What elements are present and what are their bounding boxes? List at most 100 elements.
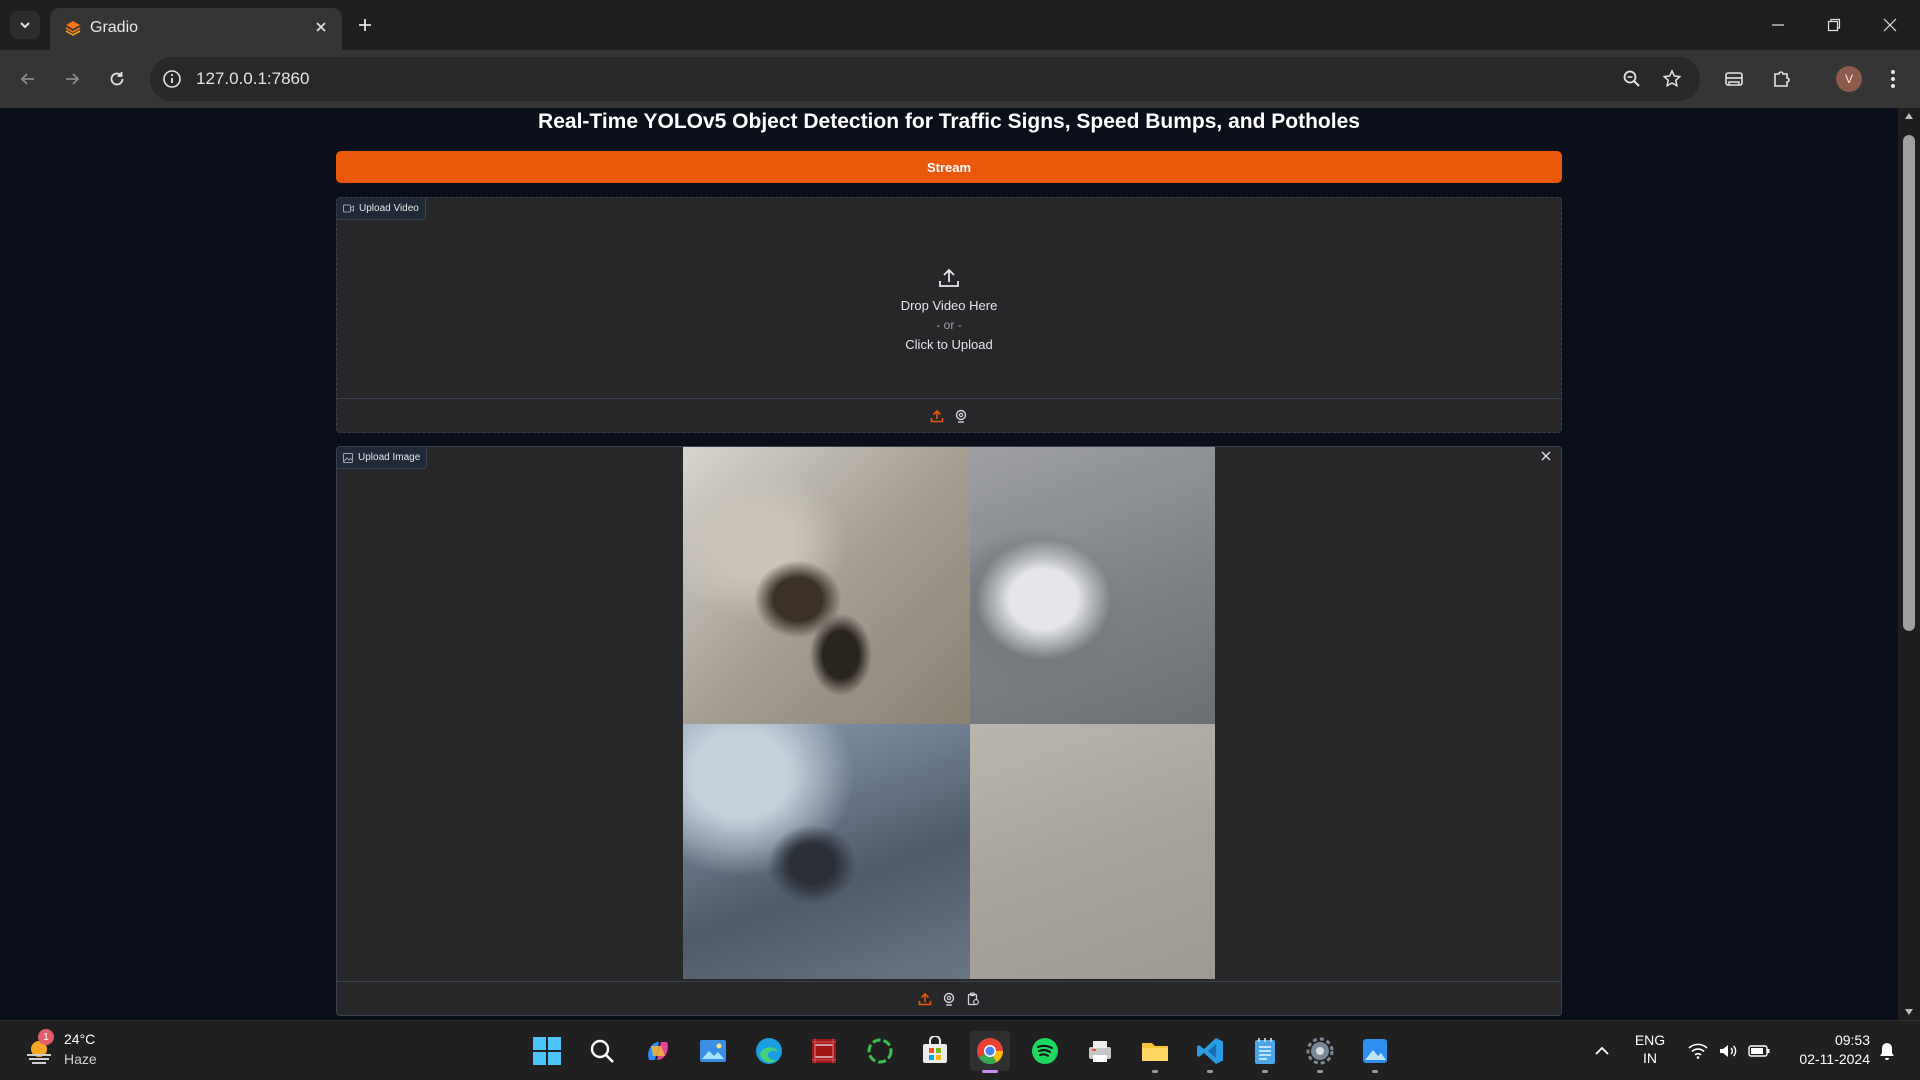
- image-source-bar: [337, 981, 1561, 1015]
- taskbar-app-green[interactable]: [860, 1031, 900, 1071]
- printer-app-icon: [1089, 1041, 1111, 1062]
- webcam-source-icon[interactable]: [954, 409, 968, 423]
- weather-widget[interactable]: 1 24°C Haze: [22, 1029, 142, 1073]
- close-icon: [1883, 18, 1897, 32]
- video-source-bar: [337, 398, 1561, 432]
- image-tile-asphalt: [970, 724, 1215, 979]
- windows-logo-icon: [533, 1037, 561, 1065]
- taskbar-edge[interactable]: [749, 1031, 789, 1071]
- address-bar[interactable]: 127.0.0.1:7860: [150, 57, 1700, 101]
- taskbar-search-button[interactable]: [582, 1031, 622, 1071]
- upload-source-icon[interactable]: [918, 992, 932, 1006]
- image-icon: [343, 452, 353, 463]
- scroll-up-arrow-icon[interactable]: [1904, 112, 1914, 120]
- new-tab-button[interactable]: [352, 12, 378, 38]
- close-icon: [316, 22, 326, 32]
- browser-menu-button[interactable]: [1879, 65, 1907, 93]
- running-indicator: [1152, 1070, 1158, 1073]
- restore-icon: [1827, 18, 1841, 32]
- stream-button[interactable]: Stream: [336, 151, 1562, 183]
- start-button[interactable]: [527, 1031, 567, 1071]
- wifi-icon: [1688, 1043, 1708, 1059]
- browser-tab-strip: Gradio: [0, 0, 1920, 50]
- uploaded-image: [683, 447, 1215, 979]
- profile-avatar[interactable]: V: [1836, 66, 1862, 92]
- vscode-icon: [1197, 1038, 1223, 1064]
- language-region: IN: [1643, 1050, 1657, 1066]
- notifications-button[interactable]: [1872, 1031, 1902, 1071]
- quick-settings-button[interactable]: [1684, 1031, 1774, 1071]
- taskbar-app-printer[interactable]: [1080, 1031, 1120, 1071]
- drop-video-text: Drop Video Here: [900, 298, 998, 313]
- extensions-button[interactable]: [1768, 65, 1796, 93]
- minimize-icon: [1772, 24, 1784, 26]
- weather-temperature: 24°C: [64, 1031, 96, 1047]
- clipboard-source-icon[interactable]: [966, 991, 980, 1006]
- upload-image-label: Upload Image: [337, 447, 428, 469]
- page-viewport: Real-Time YOLOv5 Object Detection for Tr…: [0, 108, 1898, 1020]
- close-icon: [1541, 451, 1551, 461]
- reload-icon: [110, 72, 124, 86]
- taskbar-settings[interactable]: [1300, 1031, 1340, 1073]
- minimize-button[interactable]: [1750, 0, 1806, 50]
- taskbar-store[interactable]: [915, 1031, 955, 1071]
- scrollbar-thumb[interactable]: [1903, 135, 1915, 631]
- zoom-button[interactable]: [1620, 67, 1644, 91]
- taskbar-clock[interactable]: 09:53 02-11-2024: [1780, 1031, 1870, 1069]
- edge-icon: [756, 1038, 782, 1064]
- tab-title: Gradio: [90, 19, 139, 36]
- running-indicator: [1317, 1070, 1323, 1073]
- active-indicator: [982, 1070, 998, 1073]
- taskbar-app-photos[interactable]: [693, 1031, 733, 1071]
- chevron-up-icon: [1595, 1046, 1609, 1055]
- scroll-down-arrow-icon[interactable]: [1904, 1008, 1914, 1016]
- taskbar-chrome[interactable]: [970, 1031, 1010, 1073]
- copilot-icon: [648, 1042, 668, 1060]
- click-to-upload-text[interactable]: Click to Upload: [905, 337, 992, 352]
- image-tile-pothole-water: [683, 447, 970, 724]
- or-text: - or -: [936, 318, 962, 332]
- gear-icon: [1306, 1037, 1334, 1065]
- webcam-source-icon[interactable]: [942, 992, 956, 1006]
- upload-source-icon[interactable]: [930, 409, 944, 423]
- taskbar-image-viewer[interactable]: [1355, 1031, 1395, 1073]
- restore-button[interactable]: [1806, 0, 1862, 50]
- taskbar-spotify[interactable]: [1025, 1031, 1065, 1071]
- taskbar-file-explorer[interactable]: [1135, 1031, 1175, 1073]
- tab-close-button[interactable]: [310, 16, 332, 38]
- browser-toolbar: 127.0.0.1:7860 V: [0, 50, 1920, 108]
- video-drop-zone[interactable]: Drop Video Here - or - Click to Upload: [337, 198, 1561, 398]
- taskbar-notepad[interactable]: [1245, 1031, 1285, 1073]
- plus-icon: [359, 19, 371, 31]
- cast-button[interactable]: [1720, 65, 1748, 93]
- reload-button[interactable]: [103, 65, 131, 93]
- image-viewer-icon: [1363, 1039, 1387, 1063]
- show-hidden-icons-button[interactable]: [1588, 1031, 1616, 1071]
- volume-icon: [1720, 1045, 1737, 1057]
- url-text[interactable]: 127.0.0.1:7860: [196, 69, 309, 89]
- taskbar-copilot[interactable]: [638, 1031, 678, 1071]
- battery-icon: [1748, 1045, 1770, 1057]
- taskbar-vscode[interactable]: [1190, 1031, 1230, 1073]
- folder-icon: [1142, 1043, 1168, 1061]
- spotify-icon: [1032, 1038, 1058, 1064]
- bookmark-button[interactable]: [1660, 67, 1684, 91]
- running-indicator: [1207, 1070, 1213, 1073]
- window-close-button[interactable]: [1862, 0, 1918, 50]
- image-tile-road-marking: [970, 447, 1215, 724]
- tab-search-button[interactable]: [10, 11, 40, 39]
- cpu-z-icon: [812, 1039, 836, 1063]
- browser-tab[interactable]: Gradio: [50, 8, 342, 50]
- upload-video-panel[interactable]: Upload Video Drop Video Here - or - Clic…: [336, 197, 1562, 433]
- taskbar-cpuz[interactable]: [804, 1031, 844, 1071]
- upload-icon: [939, 268, 959, 287]
- site-info-icon[interactable]: [160, 67, 184, 91]
- forward-button[interactable]: [58, 65, 86, 93]
- clear-image-button[interactable]: [1537, 447, 1555, 465]
- image-tile-wet-pothole: [683, 724, 970, 979]
- back-button[interactable]: [14, 65, 42, 93]
- zoom-icon: [1623, 70, 1640, 87]
- search-icon: [590, 1039, 614, 1063]
- notepad-icon: [1255, 1038, 1275, 1064]
- input-language-indicator[interactable]: ENG IN: [1630, 1031, 1670, 1067]
